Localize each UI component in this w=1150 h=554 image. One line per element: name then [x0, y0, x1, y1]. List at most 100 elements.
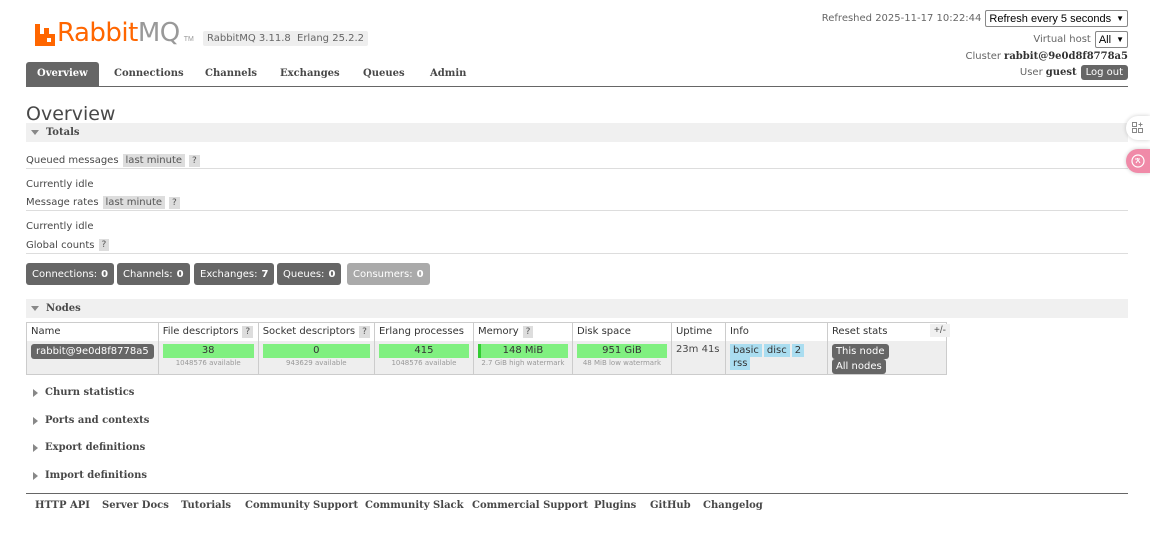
- chevron-down-icon: ▼: [1116, 35, 1124, 44]
- expand-triangle-icon: [33, 443, 38, 452]
- help-icon[interactable]: ?: [359, 326, 370, 339]
- tab-overview[interactable]: Overview: [26, 62, 99, 86]
- rates-idle-row: Currently idle: [26, 219, 1128, 233]
- refresh-interval-select[interactable]: Refresh every 5 seconds ▼: [985, 10, 1128, 27]
- ports-contexts-toggle[interactable]: Ports and contexts: [26, 411, 1128, 430]
- queued-idle-row: Currently idle: [26, 177, 1128, 191]
- channels-count-button[interactable]: Channels: 0: [117, 263, 190, 285]
- file-descriptors-cell: 38 1048576 available: [157, 340, 259, 375]
- rates-range-chip[interactable]: last minute: [102, 196, 166, 209]
- info-tag-disc: disc: [763, 343, 790, 357]
- tab-connections[interactable]: Connections: [103, 62, 195, 86]
- file-descriptors-bar: 38: [162, 343, 254, 358]
- cluster-name: rabbit@9e0d8f8778a5: [1004, 51, 1128, 62]
- info-tag-count: 2: [791, 343, 805, 357]
- columns-toggle-button[interactable]: +/-: [930, 324, 950, 337]
- footer-link-http-api[interactable]: HTTP API: [35, 500, 90, 511]
- erlang-processes-bar: 415: [378, 343, 469, 358]
- rabbitmq-version-badge: RabbitMQ 3.11.8: [203, 31, 295, 46]
- queues-count-button[interactable]: Queues: 0: [277, 263, 342, 285]
- export-definitions-toggle[interactable]: Export definitions: [26, 438, 1128, 457]
- reset-this-node-button[interactable]: This node: [831, 343, 889, 359]
- global-counts-row: Global counts ?: [26, 237, 1128, 254]
- totals-heading: Totals: [46, 127, 80, 138]
- chevron-down-icon: ▼: [1116, 14, 1124, 23]
- tab-channels[interactable]: Channels: [194, 62, 268, 86]
- node-name-link[interactable]: rabbit@9e0d8f8778a5: [31, 343, 154, 359]
- page-title: Overview: [26, 103, 116, 125]
- col-info: Info: [724, 322, 828, 341]
- expand-triangle-icon: [33, 471, 38, 480]
- memory-bar: 148 MiB: [477, 343, 568, 358]
- help-icon[interactable]: ?: [169, 196, 180, 209]
- translate-icon[interactable]: [1126, 149, 1150, 173]
- vhost-label: Virtual host: [1033, 34, 1091, 45]
- col-memory: Memory?: [472, 322, 573, 341]
- footer-link-server-docs[interactable]: Server Docs: [102, 500, 169, 511]
- footer-link-tutorials[interactable]: Tutorials: [181, 500, 231, 511]
- uptime-value: 23m 41s: [675, 343, 720, 355]
- nodes-heading: Nodes: [46, 303, 81, 314]
- totals-section-toggle[interactable]: Totals: [26, 123, 1128, 142]
- node-name-cell: rabbit@9e0d8f8778a5: [26, 340, 159, 375]
- memory-cell: 148 MiB 2.7 GiB high watermark: [472, 340, 573, 375]
- col-socket-descriptors: Socket descriptors?: [257, 322, 375, 341]
- info-tag-rss: rss: [729, 356, 751, 370]
- info-cell: basic disc 2 rss: [724, 340, 828, 375]
- footer-link-community-support[interactable]: Community Support: [245, 500, 358, 511]
- col-name: Name: [26, 322, 159, 341]
- erlang-processes-cell: 415 1048576 available: [373, 340, 474, 375]
- rabbit-logo-icon: [35, 24, 55, 46]
- footer-link-commercial-support[interactable]: Commercial Support: [472, 500, 588, 511]
- collapse-triangle-icon: [31, 130, 39, 135]
- footer-link-community-slack[interactable]: Community Slack: [365, 500, 464, 511]
- churn-statistics-toggle[interactable]: Churn statistics: [26, 383, 1128, 402]
- help-icon[interactable]: ?: [522, 326, 534, 339]
- cluster-label: Cluster: [965, 51, 1002, 62]
- message-rates-row: Message rates last minute ?: [26, 195, 1128, 211]
- connections-count-button[interactable]: Connections: 0: [26, 263, 115, 285]
- erlang-processes-available: 1048576 available: [391, 358, 457, 367]
- import-definitions-toggle[interactable]: Import definitions: [26, 466, 1128, 485]
- logo-tm: TM: [183, 36, 194, 43]
- tab-queues[interactable]: Queues: [352, 62, 416, 86]
- rabbitmq-logo[interactable]: RabbitMQ TM: [35, 16, 194, 46]
- uptime-cell: 23m 41s: [670, 340, 726, 375]
- expand-triangle-icon: [33, 416, 38, 425]
- queued-range-chip[interactable]: last minute: [122, 154, 186, 167]
- footer-links: HTTP API Server Docs Tutorials Community…: [26, 493, 1128, 517]
- help-icon[interactable]: ?: [242, 326, 254, 339]
- tab-exchanges[interactable]: Exchanges: [269, 62, 351, 86]
- queued-messages-row: Queued messages last minute ?: [26, 153, 1128, 169]
- reset-all-nodes-button[interactable]: All nodes: [831, 358, 886, 374]
- main-nav: Overview Connections Channels Exchanges …: [26, 62, 1128, 87]
- logo-wordmark: RabbitMQ: [57, 18, 180, 48]
- queued-idle-text: Currently idle: [26, 178, 94, 190]
- queued-messages-label: Queued messages: [26, 155, 119, 166]
- footer-link-changelog[interactable]: Changelog: [703, 500, 763, 511]
- disk-space-bar: 951 GiB: [576, 343, 667, 358]
- footer-link-plugins[interactable]: Plugins: [594, 500, 636, 511]
- socket-descriptors-available: 943629 available: [286, 358, 347, 367]
- col-disk-space: Disk space: [571, 322, 672, 341]
- expand-triangle-icon: [33, 388, 38, 397]
- reset-stats-cell: This nodeAll nodes: [826, 340, 947, 375]
- help-icon[interactable]: ?: [189, 154, 200, 167]
- socket-descriptors-bar: 0: [262, 343, 370, 358]
- footer-link-github[interactable]: GitHub: [650, 500, 691, 511]
- disk-space-watermark: 48 MiB low watermark: [582, 358, 662, 367]
- refreshed-timestamp: Refreshed 2025-11-17 10:22:44: [821, 13, 982, 24]
- col-file-descriptors: File descriptors?: [157, 322, 259, 341]
- consumers-count-button[interactable]: Consumers: 0: [347, 263, 430, 285]
- rates-idle-text: Currently idle: [26, 220, 94, 232]
- col-erlang-processes: Erlang processes: [373, 322, 474, 341]
- vhost-select[interactable]: All ▼: [1094, 31, 1128, 48]
- disk-space-cell: 951 GiB 48 MiB low watermark: [571, 340, 672, 375]
- exchanges-count-button[interactable]: Exchanges: 7: [194, 263, 275, 285]
- tab-admin[interactable]: Admin: [419, 62, 477, 86]
- apps-add-icon[interactable]: [1126, 116, 1150, 140]
- col-uptime: Uptime: [670, 322, 726, 341]
- nodes-section-toggle[interactable]: Nodes: [26, 299, 1128, 318]
- global-counts-label: Global counts: [26, 239, 95, 251]
- help-icon[interactable]: ?: [98, 239, 110, 251]
